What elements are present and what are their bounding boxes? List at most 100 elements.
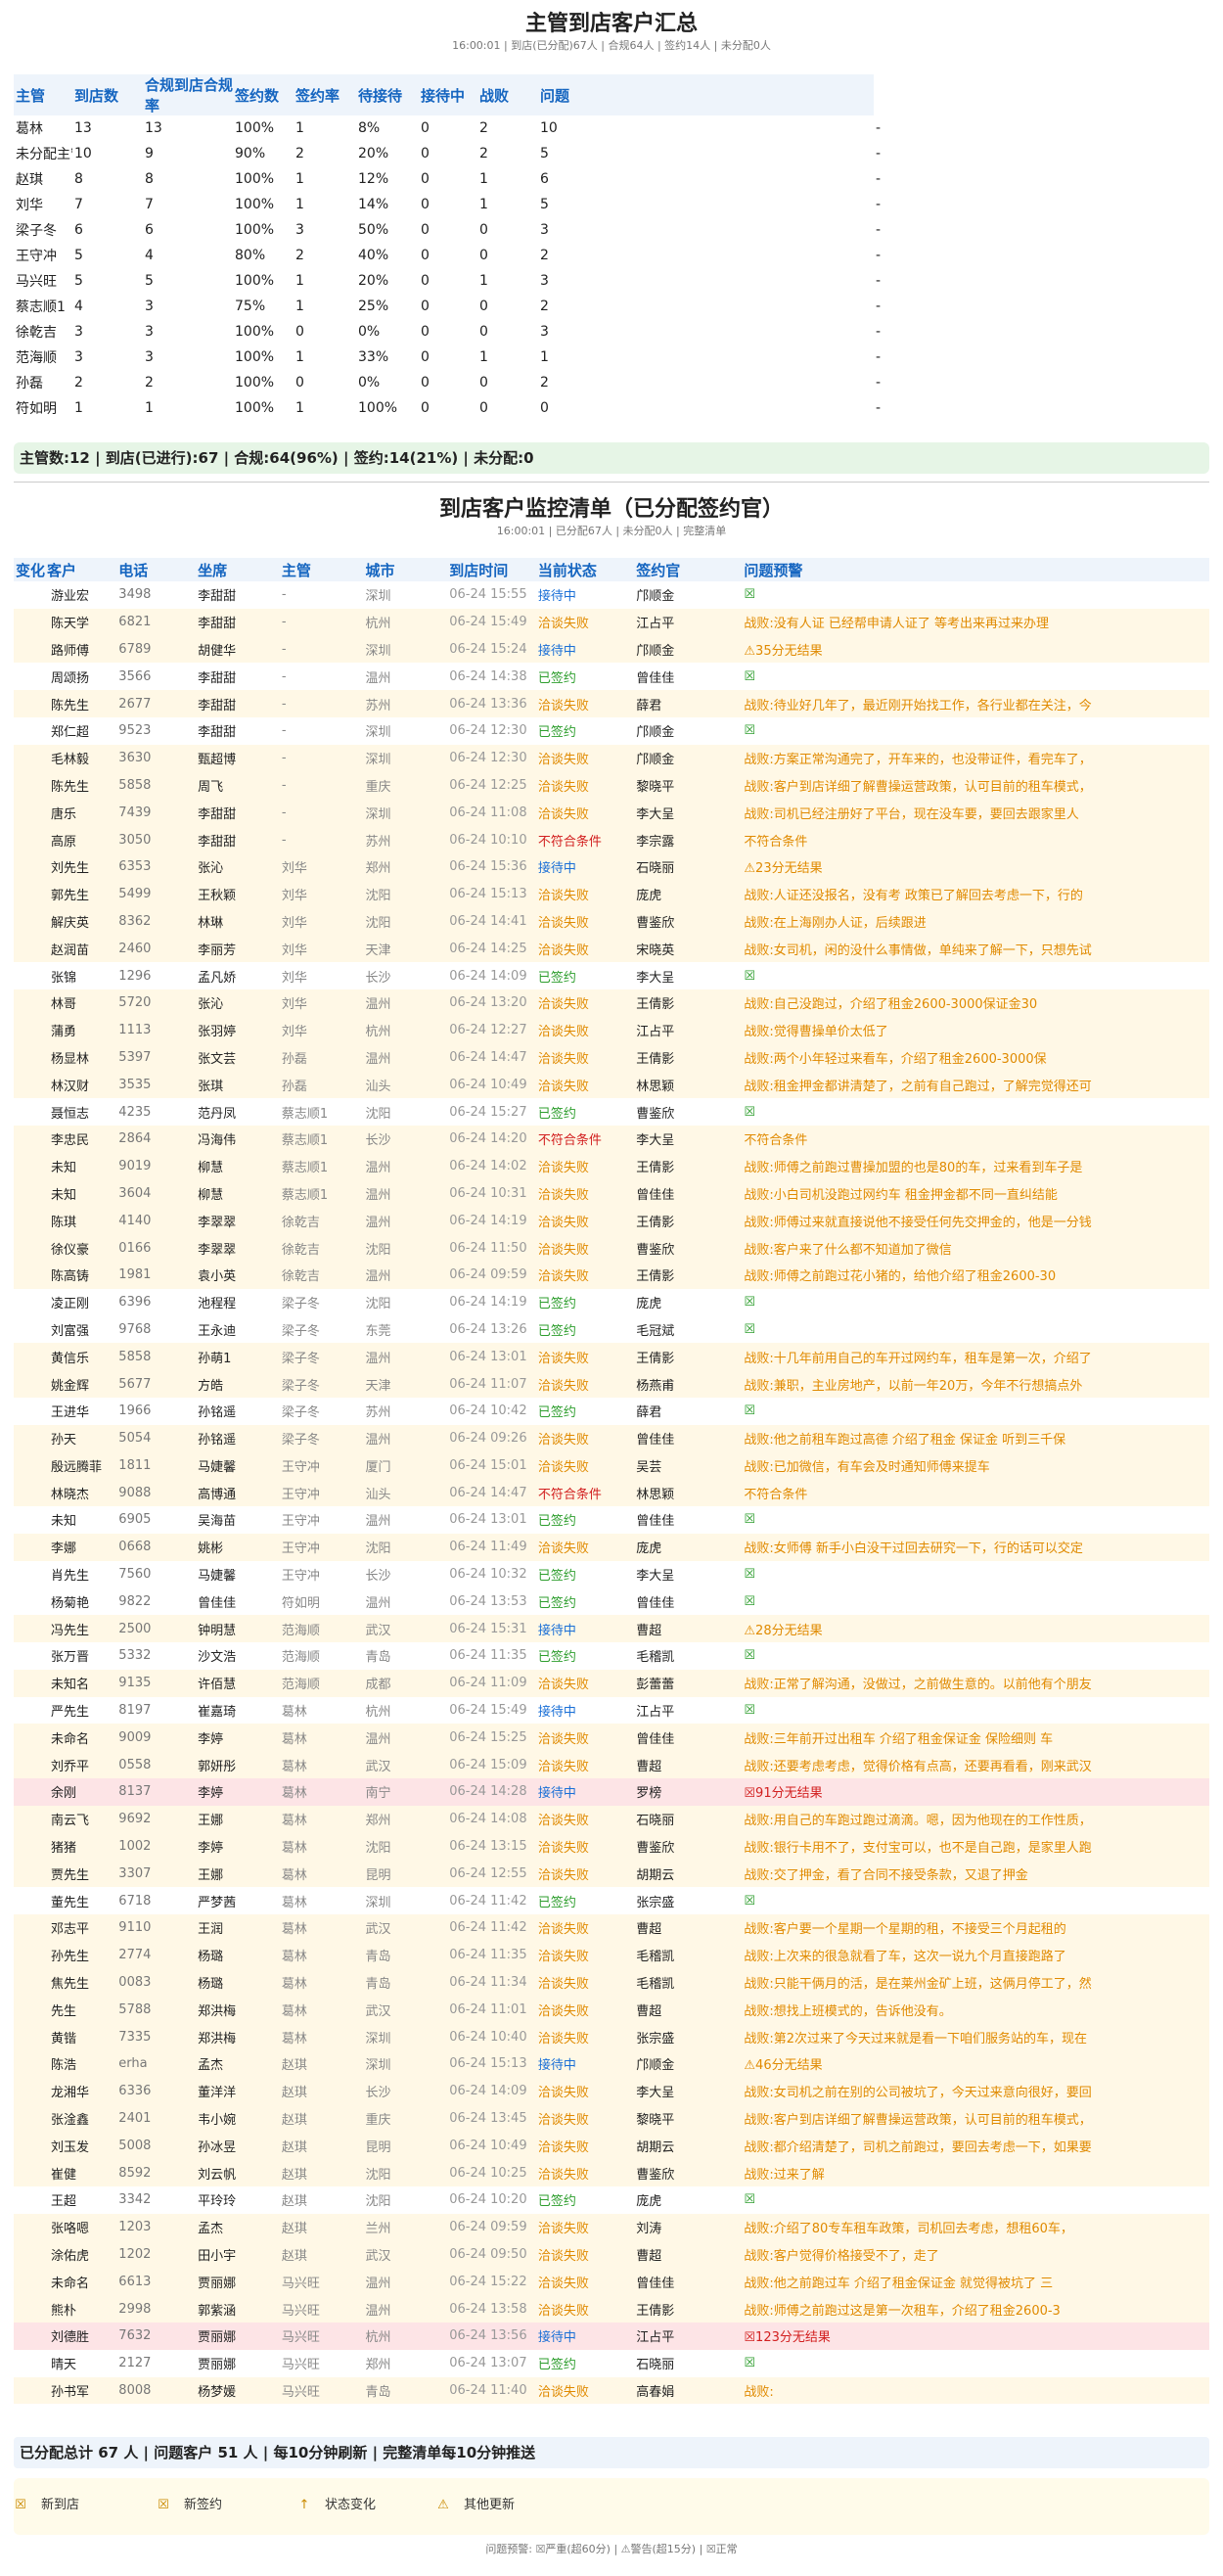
monitor-row[interactable]: 高原 3050 李甜甜 - 苏州 06-24 10:10 不符合条件 李宗露 不符合条件 [14,826,1209,853]
sign-officer: 毛冠斌 [636,1323,675,1339]
monitor-row[interactable]: 贾先生 3307 王娜 葛林 昆明 06-24 12:55 洽谈失败 胡期云 战败:交了押金，看… [14,1860,1209,1888]
monitor-row[interactable]: 陈天学 6821 李甜甜 - 杭州 06-24 15:49 洽谈失败 江占平 战败:没有人证 已… [14,608,1209,636]
monitor-row[interactable]: 孙先生 2774 杨璐 葛林 青岛 06-24 11:35 洽谈失败 毛稽凯 战败:上次来的很急… [14,1941,1209,1969]
monitor-row[interactable]: 黄锴 7335 郑洪梅 葛林 深圳 06-24 10:40 洽谈失败 张宗盛 战败:第2次过来了… [14,2023,1209,2051]
monitor-row[interactable]: 陈琪 4140 李翠翠 徐乾吉 温州 06-24 14:19 洽谈失败 王倩影 战败:师傅过来就… [14,1207,1209,1235]
receiving-count: 1 [479,171,488,187]
monitor-row[interactable]: 林汉财 3535 张琪 孙磊 汕头 06-24 10:49 洽谈失败 林思颖 战败:租金押金都讲… [14,1071,1209,1099]
summary-row[interactable]: 葛林 13 13 100% 1 8% 0 2 10 - [14,115,1209,141]
monitor-row[interactable]: 董先生 6718 严梦茜 葛林 深圳 06-24 11:42 已签约 张宗盛 ☒ [14,1887,1209,1915]
current-status: 洽谈失败 [537,1351,589,1366]
monitor-row[interactable]: 陈先生 2677 李甜甜 - 苏州 06-24 13:36 洽谈失败 薛君 战败:待业好几年了，… [14,690,1209,717]
monitor-row[interactable]: 王超 3342 平玲玲 赵琪 沈阳 06-24 10:20 已签约 庞虎 ☒ [14,2186,1209,2214]
monitor-row[interactable]: 刘德胜 7632 贾丽娜 马兴旺 杭州 06-24 13:56 接待中 江占平 ☒123分无结果 [14,2323,1209,2350]
monitor-row[interactable]: 游业宏 3498 李甜甜 - 深圳 06-24 15:55 接待中 邝顺金 ☒ [14,581,1209,609]
summary-row[interactable]: 徐乾吉 3 3 100% 0 0% 0 0 3 - [14,319,1209,345]
phone-tail: 5858 [118,1349,152,1364]
monitor-row[interactable]: 余刚 8137 李婷 葛林 南宁 06-24 14:28 接待中 罗榜 ☒91分无结果 [14,1778,1209,1806]
monitor-row[interactable]: 凌正刚 6396 池程程 梁子冬 沈阳 06-24 14:19 已签约 庞虎 ☒ [14,1288,1209,1316]
monitor-row[interactable]: 张淦鑫 2401 韦小婉 赵琪 重庆 06-24 13:45 洽谈失败 黎晓平 战败:客户到店详… [14,2104,1209,2133]
monitor-row[interactable]: 林哥 5720 张沁 刘华 温州 06-24 13:20 洽谈失败 王倩影 战败:自己没跑过，介… [14,989,1209,1017]
monitor-row[interactable]: 熊朴 2998 郭紫涵 马兴旺 温州 06-24 13:58 洽谈失败 王倩影 战败:师傅之前跑… [14,2295,1209,2323]
issue-warning: ⚠35分无结果 [744,643,823,659]
monitor-row[interactable]: 孙天 5054 孙铭遥 梁子冬 温州 06-24 09:26 洽谈失败 曾佳佳 战败:他之前租车… [14,1424,1209,1452]
city: 沈阳 [365,1242,391,1258]
arrive-time: 06-24 11:42 [449,1893,527,1909]
monitor-row[interactable]: 严先生 8197 崔嘉琦 葛林 杭州 06-24 15:49 接待中 江占平 ☒ [14,1696,1209,1725]
summary-row[interactable]: 赵琪 8 8 100% 1 12% 0 1 6 - [14,166,1209,192]
monitor-row[interactable]: 刘富强 9768 王永迪 梁子冬 东莞 06-24 13:26 已签约 毛冠斌 ☒ [14,1315,1209,1344]
monitor-row[interactable]: 焦先生 0083 杨璐 葛林 青岛 06-24 11:34 洽谈失败 毛稽凯 战败:只能干俩月的… [14,1968,1209,1997]
seat-agent: 董洋洋 [198,2086,237,2101]
summary-row[interactable]: 梁子冬 6 6 100% 3 50% 0 0 3 - [14,217,1209,243]
monitor-row[interactable]: 解庆英 8362 林琳 刘华 沈阳 06-24 14:41 洽谈失败 曹鉴欣 战败:在上海刚办人… [14,907,1209,936]
monitor-row[interactable]: 猪猪 1002 李婷 葛林 沈阳 06-24 13:15 洽谈失败 曹鉴欣 战败:银行卡用不了，… [14,1832,1209,1861]
monitor-row[interactable]: 肖先生 7560 马婕馨 王守冲 长沙 06-24 10:32 已签约 李大呈 ☒ [14,1560,1209,1588]
monitor-row[interactable]: 李忠民 2864 冯海伟 蔡志顺1 长沙 06-24 14:20 不符合条件 李大呈 不符合条件 [14,1125,1209,1153]
monitor-row[interactable]: 周颂扬 3566 李甜甜 - 温州 06-24 14:38 已签约 曾佳佳 ☒ [14,663,1209,691]
monitor-row[interactable]: 刘先生 6353 张沁 刘华 郑州 06-24 15:36 接待中 石晓丽 ⚠23分无结果 [14,852,1209,881]
monitor-row[interactable]: 崔健 8592 刘云帆 赵琪 沈阳 06-24 10:25 洽谈失败 曹鉴欣 战败:过来了解 [14,2159,1209,2187]
monitor-row[interactable]: 未命名 9009 李婷 葛林 温州 06-24 15:25 洽谈失败 曾佳佳 战败:三年前开过出… [14,1724,1209,1752]
summary-row[interactable]: 王守冲 5 4 80% 2 40% 0 0 2 - [14,243,1209,268]
monitor-row[interactable]: 姚金辉 5677 方皓 梁子冬 天津 06-24 11:07 洽谈失败 杨燕甫 战败:兼职，主业… [14,1370,1209,1398]
phone-tail: 1811 [118,1457,152,1473]
monitor-row[interactable]: 杨显林 5397 张文芸 孙磊 温州 06-24 14:47 洽谈失败 王倩影 战败:两个小年轻… [14,1043,1209,1072]
monitor-row[interactable]: 张锦 1296 孟凡娇 刘华 长沙 06-24 14:09 已签约 李大呈 ☒ [14,962,1209,989]
sign-officer: 毛稽凯 [636,1977,675,1993]
monitor-row[interactable]: 郭先生 5499 王秋颖 刘华 沈阳 06-24 15:13 洽谈失败 庞虎 战败:人证还没报名… [14,880,1209,908]
summary-row[interactable]: 马兴旺 5 5 100% 1 20% 0 1 3 - [14,268,1209,294]
sign-officer: 罗榜 [636,1786,662,1802]
summary-row[interactable]: 范海顺 3 3 100% 1 33% 0 1 1 - [14,345,1209,370]
monitor-row[interactable]: 李娜 0668 姚彬 王守冲 沈阳 06-24 11:49 洽谈失败 庞虎 战败:女师傅 新手小… [14,1533,1209,1561]
sign-officer: 彭蕾蕾 [636,1678,675,1693]
manager: 蔡志顺1 [281,1187,329,1203]
monitor-row[interactable]: 王进华 1966 孙铭遥 梁子冬 苏州 06-24 10:42 已签约 薛君 ☒ [14,1397,1209,1425]
monitor-row[interactable]: 陈浩 erha 孟杰 赵琪 深圳 06-24 15:13 接待中 邝顺金 ⚠46分无结果 [14,2050,1209,2078]
monitor-row[interactable]: 晴天 2127 贾丽娜 马兴旺 郑州 06-24 13:07 已签约 石晓丽 ☒ [14,2349,1209,2377]
sign-officer: 庞虎 [636,1541,662,1557]
monitor-row[interactable]: 路师傅 6789 胡健华 - 深圳 06-24 15:24 接待中 邝顺金 ⚠35分无结果 [14,635,1209,664]
seat-agent: 李翠翠 [198,1242,237,1258]
monitor-row[interactable]: 未知名 9135 许佰慧 范海顺 成都 06-24 11:09 洽谈失败 彭蕾蕾 战败:正常了解… [14,1669,1209,1697]
monitor-row[interactable]: 张咯嗯 1203 孟杰 赵琪 兰州 06-24 09:59 洽谈失败 刘涛 战败:介绍了80专车… [14,2213,1209,2241]
monitor-row[interactable]: 龙湘华 6336 董洋洋 赵琪 长沙 06-24 14:09 洽谈失败 李大呈 战败:女司机之前… [14,2077,1209,2105]
monitor-row[interactable]: 毛林毅 3630 甄超博 - 深圳 06-24 12:30 洽谈失败 邝顺金 战败:方案正常沟通… [14,744,1209,772]
manager-name: 马兴旺 [16,274,57,290]
monitor-row[interactable]: 未知 3604 柳慧 蔡志顺1 温州 06-24 10:31 洽谈失败 曾佳佳 战败:小白司机没… [14,1179,1209,1208]
monitor-row[interactable]: 聂恒志 4235 范丹凤 蔡志顺1 沈阳 06-24 15:27 已签约 曹鉴欣 ☒ [14,1098,1209,1126]
monitor-row[interactable]: 杨菊艳 9822 曾佳佳 符如明 温州 06-24 13:53 已签约 曾佳佳 ☒ [14,1587,1209,1616]
monitor-row[interactable]: 先生 5788 郑洪梅 葛林 武汉 06-24 11:01 洽谈失败 曹超 战败:想找上班模式的… [14,1996,1209,2024]
monitor-row[interactable]: 涂佑虎 1202 田小宇 赵琪 武汉 06-24 09:50 洽谈失败 曹超 战败:客户觉得价格… [14,2240,1209,2269]
monitor-row[interactable]: 孙书军 8008 杨梦媛 马兴旺 青岛 06-24 11:40 洽谈失败 高春娟 战败: [14,2376,1209,2405]
summary-row[interactable]: 符如明 1 1 100% 1 100% 0 0 0 - [14,395,1209,421]
monitor-row[interactable]: 刘乔平 0558 郭妍彤 葛林 武汉 06-24 15:09 洽谈失败 曹超 战败:还要考虑考虑… [14,1751,1209,1779]
monitor-row[interactable]: 未知 6905 吴海苗 王守冲 温州 06-24 13:01 已签约 曾佳佳 ☒ [14,1506,1209,1534]
monitor-row[interactable]: 陈先生 5858 周飞 - 重庆 06-24 12:25 洽谈失败 黎晓平 战败:客户到店详细了… [14,771,1209,800]
monitor-row[interactable]: 郑仁超 9523 李甜甜 - 深圳 06-24 12:30 已签约 邝顺金 ☒ [14,716,1209,745]
monitor-row[interactable]: 冯先生 2500 钟明慧 范海顺 武汉 06-24 15:31 接待中 曹超 ⚠28分无结果 [14,1615,1209,1643]
monitor-row[interactable]: 未知 9019 柳慧 蔡志顺1 温州 06-24 14:02 洽谈失败 王倩影 战败:师傅之前跑… [14,1152,1209,1180]
monitor-row[interactable]: 南云飞 9692 王娜 葛林 郑州 06-24 14:08 洽谈失败 石晓丽 战败:用自己的车跑… [14,1805,1209,1833]
monitor-row[interactable]: 蒲勇 1113 张羽婷 刘华 杭州 06-24 12:27 洽谈失败 江占平 战败:觉得曹操单价… [14,1016,1209,1044]
monitor-row[interactable]: 赵润苗 2460 李丽芳 刘华 天津 06-24 14:25 洽谈失败 宋晓英 战败:女司机，闲… [14,935,1209,963]
monitor-row[interactable]: 未命名 6613 贾丽娜 马兴旺 温州 06-24 15:22 洽谈失败 曾佳佳 战败:他之前跑… [14,2268,1209,2296]
monitor-row[interactable]: 唐乐 7439 李甜甜 - 深圳 06-24 11:08 洽谈失败 李大呈 战败:司机已经注册好… [14,799,1209,827]
summary-row[interactable]: 刘华 7 7 100% 1 14% 0 1 5 - [14,192,1209,217]
monitor-row[interactable]: 徐仪豪 0166 李翠翠 徐乾吉 沈阳 06-24 11:50 洽谈失败 曹鉴欣 战败:客户来了… [14,1234,1209,1262]
arrive-count: 5 [74,248,83,263]
summary-row[interactable]: 孙磊 2 2 100% 0 0% 0 0 2 - [14,370,1209,395]
summary-row[interactable]: 蔡志顺1 4 3 75% 1 25% 0 0 2 - [14,294,1209,319]
monitor-row[interactable]: 陈高铸 1981 袁小英 徐乾吉 温州 06-24 09:59 洽谈失败 王倩影 战败:师傅之前… [14,1261,1209,1289]
monitor-row[interactable]: 刘玉发 5008 孙冰昱 赵琪 昆明 06-24 10:49 洽谈失败 胡期云 战败:都介绍清楚… [14,2132,1209,2160]
current-status: 接待中 [537,643,576,659]
city: 武汉 [365,1623,391,1638]
summary-row[interactable]: 未分配主管10 9 90% 2 20% 0 2 5 - [14,141,1209,166]
monitor-row[interactable]: 林晓杰 9088 高博通 王守冲 汕头 06-24 14:47 不符合条件 林思颖 不符合条件 [14,1479,1209,1507]
seat-agent: 曾佳佳 [198,1595,237,1611]
monitor-row[interactable]: 殷远腾菲 1811 马婕馨 王守冲 厦门 06-24 15:01 洽谈失败 吴芸 战败:已加微信… [14,1451,1209,1480]
monitor-row[interactable]: 张万晋 5332 沙文浩 范海顺 青岛 06-24 11:35 已签约 毛稽凯 ☒ [14,1642,1209,1670]
monitor-row[interactable]: 邓志平 9110 王润 葛林 武汉 06-24 11:42 洽谈失败 曹超 战败:客户要一个星期… [14,1914,1209,1942]
seat-agent: 柳慧 [198,1187,224,1203]
monitor-row[interactable]: 黄信乐 5858 孙萌1 梁子冬 温州 06-24 13:01 洽谈失败 王倩影 战败:十几年前… [14,1343,1209,1371]
